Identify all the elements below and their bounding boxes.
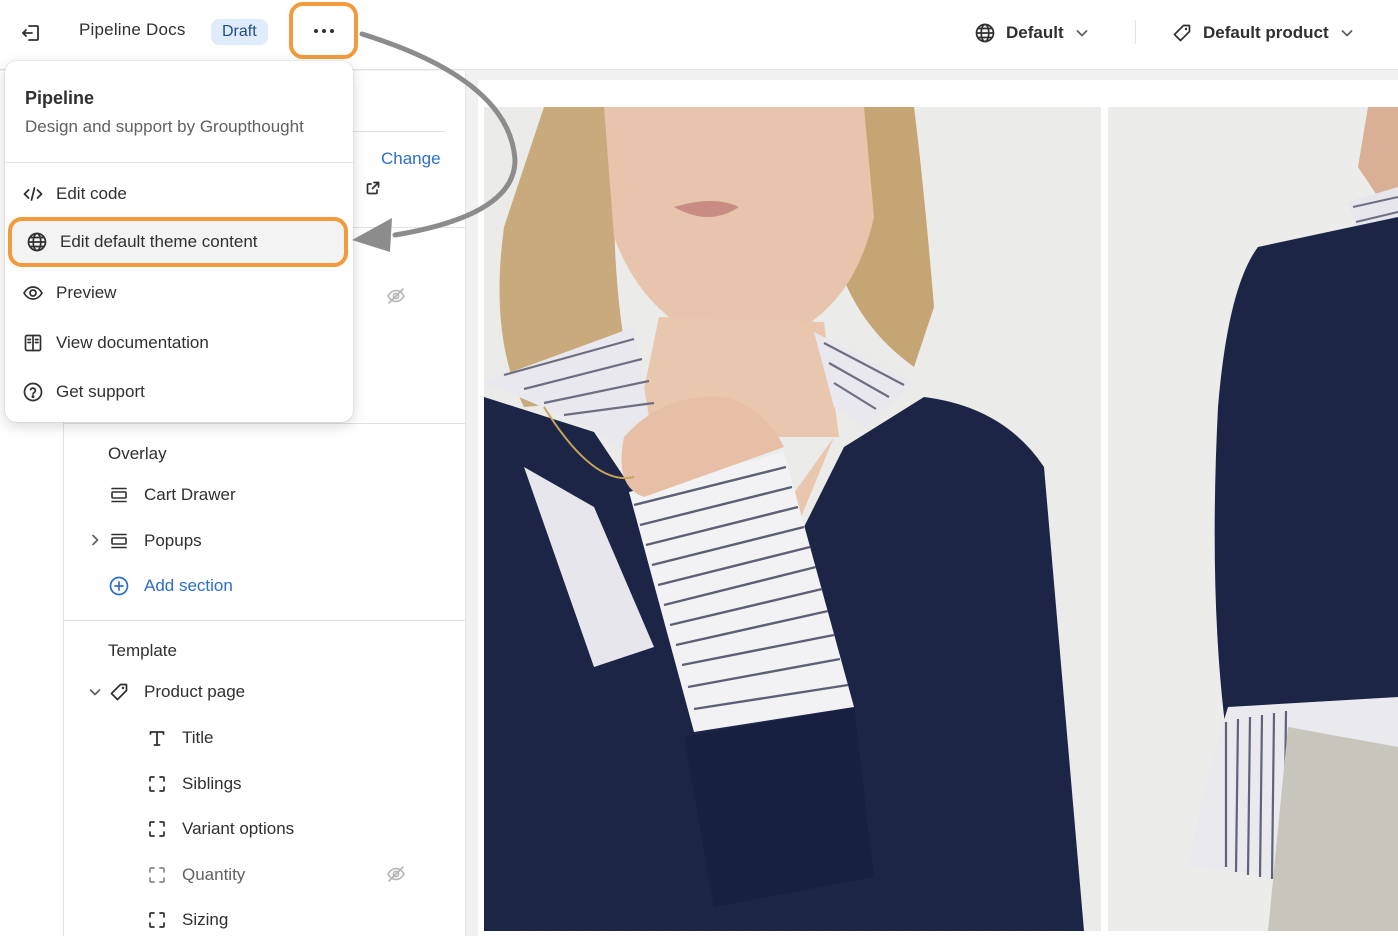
tag-icon — [1173, 24, 1191, 42]
exit-icon — [22, 25, 39, 41]
menu-item-label: View documentation — [56, 333, 209, 352]
block-siblings[interactable]: Siblings — [146, 769, 242, 799]
product-image[interactable] — [1108, 107, 1398, 931]
menu-item-view-documentation[interactable]: View documentation — [5, 320, 353, 366]
more-actions-button[interactable] — [289, 2, 358, 59]
template-label: Product page — [144, 682, 246, 701]
block-label: Sizing — [182, 910, 229, 929]
block-icon — [149, 912, 165, 928]
plus-circle-icon — [109, 576, 129, 596]
menu-item-edit-code[interactable]: Edit code — [5, 171, 353, 217]
chevron-right-icon[interactable] — [88, 533, 102, 552]
editor-topbar: Pipeline Docs Draft Default Default prod… — [0, 0, 1398, 70]
hidden-eye-icon[interactable] — [386, 864, 406, 889]
menu-item-label: Get support — [56, 382, 145, 401]
menu-item-label: Edit default theme content — [60, 232, 258, 251]
menu-item-label: Edit code — [56, 184, 127, 203]
block-icon — [149, 867, 165, 883]
book-icon — [22, 332, 44, 354]
section-divider — [64, 620, 465, 621]
block-label: Variant options — [182, 819, 295, 838]
block-label: Quantity — [182, 865, 246, 884]
locale-label: Default — [1006, 23, 1064, 42]
product-image[interactable] — [484, 107, 1101, 931]
globe-icon — [26, 231, 48, 253]
block-sizing[interactable]: Sizing — [146, 905, 228, 935]
menu-item-preview[interactable]: Preview — [5, 270, 353, 316]
menu-header: Pipeline Design and support by Groupthou… — [5, 61, 353, 163]
chevron-down-icon[interactable] — [88, 685, 102, 704]
exit-button[interactable] — [14, 16, 48, 50]
menu-title: Pipeline — [25, 88, 95, 108]
section-label: Popups — [144, 531, 202, 550]
product-selector[interactable]: Default product — [1171, 18, 1355, 48]
code-icon — [22, 183, 44, 205]
block-quantity[interactable]: Quantity — [146, 860, 245, 890]
theme-name: Pipeline Docs — [79, 20, 186, 39]
block-label: Siblings — [182, 774, 242, 793]
external-link-icon[interactable] — [365, 180, 381, 201]
menu-item-label: Preview — [56, 283, 117, 302]
chevron-down-icon — [1341, 30, 1353, 37]
block-title[interactable]: Title — [146, 723, 214, 753]
text-icon — [149, 731, 165, 746]
menu-item-get-support[interactable]: Get support — [5, 369, 353, 415]
menu-item-edit-default-theme-content[interactable]: Edit default theme content — [8, 217, 348, 267]
product-label: Default product — [1203, 23, 1329, 42]
eye-icon — [22, 282, 44, 304]
section-popups[interactable]: Popups — [108, 526, 202, 556]
question-circle-icon — [22, 381, 44, 403]
section-label: Cart Drawer — [144, 485, 236, 504]
chevron-down-icon — [1076, 30, 1088, 37]
block-icon — [149, 821, 165, 837]
change-theme-link[interactable]: Change — [381, 149, 441, 169]
hidden-eye-icon[interactable] — [386, 286, 406, 311]
section-icon — [111, 487, 127, 503]
template-product-page[interactable]: Product page — [108, 677, 245, 707]
section-icon — [111, 533, 127, 549]
locale-selector[interactable]: Default — [974, 18, 1090, 48]
section-cart-drawer[interactable]: Cart Drawer — [108, 480, 236, 510]
add-section-button[interactable]: Add section — [108, 571, 233, 601]
tag-icon — [110, 683, 128, 701]
store-preview[interactable] — [478, 80, 1398, 936]
block-icon — [149, 776, 165, 792]
theme-actions-menu: Pipeline Design and support by Groupthou… — [5, 61, 353, 422]
add-section-label: Add section — [144, 576, 233, 595]
overlay-group-title: Overlay — [108, 444, 167, 463]
status-badge: Draft — [211, 19, 268, 45]
globe-icon — [975, 23, 995, 43]
template-group-title: Template — [108, 641, 177, 660]
menu-subtitle: Design and support by Groupthought — [25, 117, 304, 136]
block-label: Title — [182, 728, 214, 747]
block-variant-options[interactable]: Variant options — [146, 814, 294, 844]
ellipsis-icon — [313, 28, 334, 33]
topbar-divider — [1135, 20, 1136, 44]
section-divider — [64, 423, 465, 424]
